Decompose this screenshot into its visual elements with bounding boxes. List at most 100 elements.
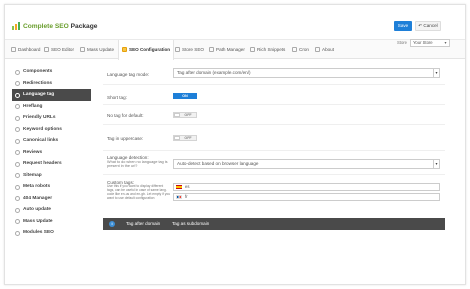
redirect-icon <box>15 81 20 86</box>
sidebar-item-request-headers[interactable]: Request headers <box>12 158 91 170</box>
sidebar-item-label: 404 Manager <box>23 195 53 201</box>
info-icon: i <box>109 221 115 227</box>
info-tab-after-domain[interactable]: Tag after domain <box>126 218 160 230</box>
input-value: es <box>185 184 190 189</box>
sidebar-item-modules-seo[interactable]: Modules SEO <box>12 227 91 239</box>
field-label: Short tag: <box>107 95 127 100</box>
tab-seo-configuration[interactable]: SEO Configuration <box>118 40 175 60</box>
cancel-label: Cancel <box>423 23 438 28</box>
language-tag-mode-select[interactable]: Tag after domain (example.com/en/) ▾ <box>173 68 440 78</box>
chain-icon <box>15 138 20 144</box>
sidebar-item-sitemap[interactable]: Sitemap <box>12 170 91 182</box>
tab-label: Mass Update <box>87 47 115 52</box>
tab-bar: Dashboard SEO Editor Mass Update SEO Con… <box>5 39 465 60</box>
star-icon <box>15 150 20 155</box>
sidebar-item-label: Request headers <box>23 161 62 166</box>
tab-mass-update[interactable]: Mass Update <box>80 40 114 59</box>
sidebar-item-canonical-links[interactable]: Canonical links <box>12 135 91 147</box>
custom-tag-input-fr[interactable]: fr <box>173 193 440 201</box>
wrench-icon <box>122 47 127 52</box>
cancel-button[interactable]: ↶ Cancel <box>415 21 441 31</box>
key-icon <box>15 127 20 132</box>
header: Complete SEO Package Save ↶ Cancel <box>5 5 465 39</box>
tab-label: Cron <box>299 47 309 52</box>
sidebar-item-label: Sitemap <box>23 172 42 178</box>
form-row-short-tag: Short tag: ON <box>103 85 445 105</box>
form-row-no-tag-default: No tag for default: OFF <box>103 105 445 125</box>
tab-label: Rich Snippets <box>257 47 286 52</box>
sidebar-item-404-manager[interactable]: 404 Manager <box>12 193 91 205</box>
store-label: Store <box>397 40 408 45</box>
tab-rich-snippets[interactable]: Rich Snippets <box>250 40 285 59</box>
toggle-state: OFF <box>184 113 192 117</box>
sidebar-item-label: Meta robots <box>23 184 51 189</box>
sidebar-item-label: Canonical links <box>23 138 59 143</box>
modules-icon <box>15 230 20 236</box>
tab-label: SEO Editor <box>51 47 74 52</box>
sidebar-item-label: Language tag <box>23 92 55 97</box>
save-button[interactable]: Save <box>394 21 412 31</box>
warning-icon <box>15 196 20 201</box>
tab-seo-editor[interactable]: SEO Editor <box>44 40 74 59</box>
field-help: Use this if you want to display differen… <box>107 184 171 200</box>
sidebar-item-label: Modules SEO <box>23 230 54 235</box>
form-row-custom-tags: Custom tags: Use this if you want to dis… <box>103 175 445 213</box>
flag-icon <box>15 104 20 109</box>
select-value: Auto-detect based on browser language <box>177 161 259 166</box>
sidebar-item-redirections[interactable]: Redirections <box>12 78 91 90</box>
tab-label: Dashboard <box>18 47 41 52</box>
sidebar-item-meta-robots[interactable]: Meta robots <box>12 181 91 193</box>
app-title: Complete SEO Package <box>23 23 97 30</box>
tab-label: Path Manager <box>216 47 245 52</box>
field-label: Language tag mode: <box>107 72 150 77</box>
store-icon <box>175 47 180 52</box>
sidebar-item-label: Mass Update <box>23 218 53 224</box>
update-icon <box>15 219 20 224</box>
chevron-down-icon: ▾ <box>444 40 447 45</box>
select-value: Tag after domain (example.com/en/) <box>177 70 251 75</box>
sidebar-item-keyword-options[interactable]: Keyword options <box>12 124 91 136</box>
sidebar-item-language-tag[interactable]: Language tag <box>12 89 91 101</box>
save-label: Save <box>397 23 409 28</box>
tab-about[interactable]: About <box>315 40 334 59</box>
toggle-state: ON <box>182 94 188 98</box>
sidebar-item-reviews[interactable]: Reviews <box>12 147 91 159</box>
flag-fr-icon <box>176 195 182 199</box>
toggle-knob <box>174 113 180 117</box>
field-label: No tag for default: <box>107 113 144 118</box>
form-row-language-detection: Language detection: What to do when no l… <box>103 151 445 175</box>
tab-cron[interactable]: Cron <box>292 40 309 59</box>
tag-uppercase-toggle[interactable]: OFF <box>173 135 197 141</box>
components-icon <box>15 69 20 75</box>
toggle-state: OFF <box>184 136 192 140</box>
tab-store-seo[interactable]: Store SEO <box>175 40 204 59</box>
form-row-language-tag-mode: Language tag mode: Tag after domain (exa… <box>103 64 445 85</box>
tab-path-manager[interactable]: Path Manager <box>209 40 245 59</box>
custom-tag-input-es[interactable]: es <box>173 183 440 191</box>
tab-label: Store SEO <box>182 47 204 52</box>
sitemap-icon <box>15 173 20 178</box>
tab-dashboard[interactable]: Dashboard <box>11 40 40 59</box>
info-tab-subdomain[interactable]: Tag as subdomain <box>172 218 209 230</box>
form-row-tag-uppercase: Tag in uppercase: OFF <box>103 125 445 151</box>
language-detection-select[interactable]: Auto-detect based on browser language ▾ <box>173 159 440 169</box>
sidebar-item-components[interactable]: Components <box>12 66 91 78</box>
sidebar-item-friendly-urls[interactable]: Friendly URLs <box>12 112 91 124</box>
sidebar-item-mass-update[interactable]: Mass Update <box>12 216 91 228</box>
store-value: Your Store <box>413 40 433 45</box>
sidebar-item-label: Friendly URLs <box>23 115 56 120</box>
info-bar: i Tag after domain Tag as subdomain <box>103 218 445 230</box>
short-tag-toggle[interactable]: ON <box>173 93 197 99</box>
sidebar-item-hreflang[interactable]: Hreflang <box>12 101 91 113</box>
editor-icon <box>44 47 49 52</box>
info-icon <box>315 47 320 52</box>
sidebar-item-label: Hreflang <box>23 103 43 109</box>
tab-label: SEO Configuration <box>129 47 171 52</box>
store-select[interactable]: Your Store ▾ <box>410 39 450 47</box>
dashboard-icon <box>11 47 16 52</box>
sidebar-item-label: Keyword options <box>23 126 62 132</box>
sidebar-item-label: Components <box>23 69 53 74</box>
path-icon <box>209 47 214 52</box>
no-tag-default-toggle[interactable]: OFF <box>173 112 197 118</box>
sidebar-item-auto-update[interactable]: Auto update <box>12 204 91 216</box>
